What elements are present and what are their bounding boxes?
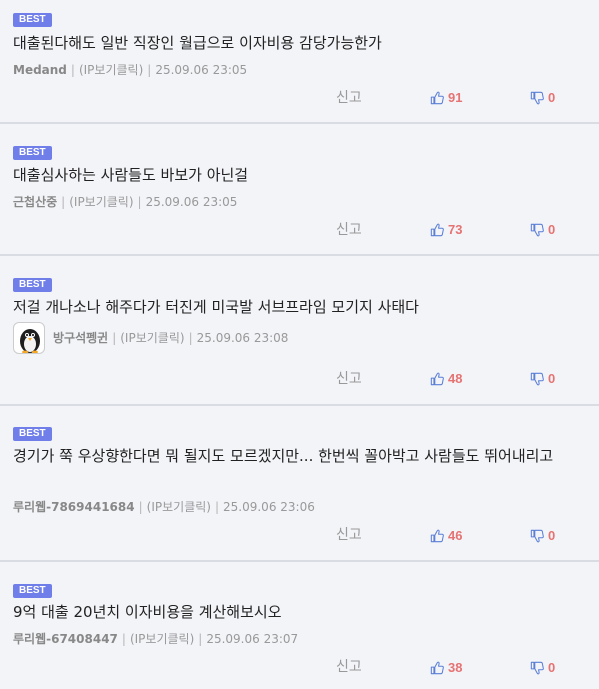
ip-link[interactable]: (IP보기클릭) <box>69 194 133 210</box>
comment-item: BEST 대출심사하는 사람들도 바보가 아닌걸 근첩산중 | (IP보기클릭)… <box>0 124 599 256</box>
thumbs-up-icon <box>430 372 444 385</box>
downvote-count: 0 <box>548 371 556 386</box>
upvote-count: 91 <box>448 90 463 105</box>
penguin-icon <box>20 329 40 353</box>
separator: | <box>138 500 143 514</box>
downvote-count: 0 <box>548 90 556 105</box>
downvote-button[interactable]: 0 <box>530 222 555 237</box>
timestamp: 25.09.06 23:05 <box>145 195 238 209</box>
separator: | <box>188 331 193 345</box>
comment-meta: 루리웹-7869441684 | (IP보기클릭) | 25.09.06 23:… <box>13 499 315 515</box>
thumbs-up-icon <box>430 529 444 542</box>
comment-meta: Medand | (IP보기클릭) | 25.09.06 23:05 <box>13 62 247 78</box>
separator: | <box>147 63 152 77</box>
comment-item: BEST 경기가 쭉 우상향한다면 뭐 될지도 모르겠지만... 한번씩 꼴아박… <box>0 406 599 562</box>
ip-link[interactable]: (IP보기클릭) <box>120 330 184 346</box>
author-name[interactable]: 루리웹-67408447 <box>13 631 118 647</box>
comment-text: 대출심사하는 사람들도 바보가 아닌걸 <box>13 166 249 184</box>
best-badge: BEST <box>13 146 52 160</box>
comment-text: 대출된다해도 일반 직장인 월급으로 이자비용 감당가능한가 <box>13 34 382 52</box>
best-badge: BEST <box>13 584 52 598</box>
thumbs-down-icon <box>530 223 544 236</box>
ip-link[interactable]: (IP보기클릭) <box>130 631 194 647</box>
author-name[interactable]: 방구석펭귄 <box>53 330 108 346</box>
ip-link[interactable]: (IP보기클릭) <box>147 499 211 515</box>
thumbs-down-icon <box>530 529 544 542</box>
comment-text: 경기가 쭉 우상향한다면 뭐 될지도 모르겠지만... 한번씩 꼴아박고 사람들… <box>13 447 554 465</box>
upvote-count: 73 <box>448 222 463 237</box>
author-name[interactable]: 근첩산중 <box>13 194 57 210</box>
comment-meta: 루리웹-67408447 | (IP보기클릭) | 25.09.06 23:07 <box>13 631 298 647</box>
ip-link[interactable]: (IP보기클릭) <box>79 62 143 78</box>
downvote-count: 0 <box>548 660 556 675</box>
comment-meta: 근첩산중 | (IP보기클릭) | 25.09.06 23:05 <box>13 194 237 210</box>
author-name[interactable]: Medand <box>13 62 67 78</box>
upvote-button[interactable]: 91 <box>430 90 462 105</box>
report-button[interactable]: 신고 <box>336 656 362 676</box>
thumbs-up-icon <box>430 223 444 236</box>
upvote-count: 48 <box>448 371 463 386</box>
upvote-button[interactable]: 48 <box>430 371 462 386</box>
report-button[interactable]: 신고 <box>336 368 362 388</box>
comment-text: 저걸 개나소나 해주다가 터진게 미국발 서브프라임 모기지 사태다 <box>13 298 419 316</box>
downvote-count: 0 <box>548 222 556 237</box>
thumbs-down-icon <box>530 661 544 674</box>
report-button[interactable]: 신고 <box>336 87 362 107</box>
downvote-button[interactable]: 0 <box>530 371 555 386</box>
timestamp: 25.09.06 23:08 <box>196 331 289 345</box>
upvote-count: 38 <box>448 660 463 675</box>
comment-meta: 방구석펭귄 | (IP보기클릭) | 25.09.06 23:08 <box>13 322 288 354</box>
thumbs-up-icon <box>430 661 444 674</box>
upvote-count: 46 <box>448 528 463 543</box>
timestamp: 25.09.06 23:07 <box>206 632 299 646</box>
timestamp: 25.09.06 23:05 <box>155 63 248 77</box>
upvote-button[interactable]: 73 <box>430 222 462 237</box>
upvote-button[interactable]: 46 <box>430 528 462 543</box>
timestamp: 25.09.06 23:06 <box>223 500 315 514</box>
downvote-button[interactable]: 0 <box>530 660 555 675</box>
separator: | <box>70 63 75 77</box>
upvote-button[interactable]: 38 <box>430 660 462 675</box>
comment-item: BEST 대출된다해도 일반 직장인 월급으로 이자비용 감당가능한가 Meda… <box>0 0 599 124</box>
thumbs-down-icon <box>530 372 544 385</box>
separator: | <box>121 632 126 646</box>
best-badge: BEST <box>13 13 52 27</box>
separator: | <box>112 331 117 345</box>
author-name[interactable]: 루리웹-7869441684 <box>13 499 135 515</box>
downvote-button[interactable]: 0 <box>530 528 555 543</box>
downvote-button[interactable]: 0 <box>530 90 555 105</box>
separator: | <box>198 632 203 646</box>
thumbs-down-icon <box>530 91 544 104</box>
separator: | <box>61 195 66 209</box>
best-badge: BEST <box>13 427 52 441</box>
comment-item: BEST 저걸 개나소나 해주다가 터진게 미국발 서브프라임 모기지 사태다 … <box>0 256 599 406</box>
comment-item: BEST 9억 대출 20년치 이자비용을 계산해보시오 루리웹-6740844… <box>0 562 599 689</box>
thumbs-up-icon <box>430 91 444 104</box>
comment-text: 9억 대출 20년치 이자비용을 계산해보시오 <box>13 603 282 621</box>
separator: | <box>214 500 220 514</box>
best-badge: BEST <box>13 278 52 292</box>
penguin-avatar[interactable] <box>13 322 45 354</box>
report-button[interactable]: 신고 <box>336 524 362 544</box>
separator: | <box>137 195 142 209</box>
downvote-count: 0 <box>548 528 556 543</box>
comment-list: BEST 대출된다해도 일반 직장인 월급으로 이자비용 감당가능한가 Meda… <box>0 0 599 689</box>
report-button[interactable]: 신고 <box>336 219 362 239</box>
